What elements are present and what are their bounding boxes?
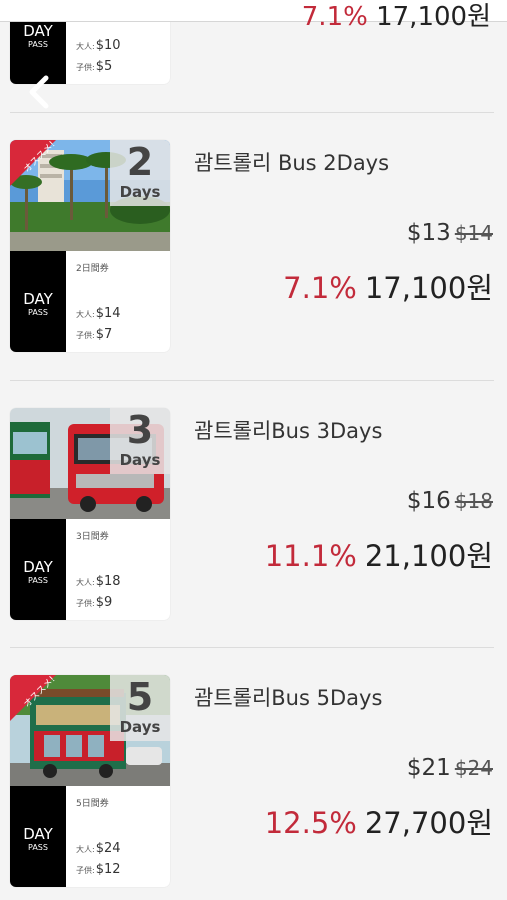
days-word: Days — [119, 451, 161, 469]
day-pass-bar: DAY PASS — [10, 786, 66, 887]
product-card[interactable]: 3 Days DAY PASS 3日間券 大人:$18 子供:$9 — [10, 408, 170, 620]
pass-label: PASS — [28, 576, 48, 585]
usd-original-price: $24 — [454, 756, 493, 780]
usd-sale-price: $13 — [406, 220, 451, 246]
child-price: 子供:$12 — [76, 862, 121, 877]
previous-item-krw-price: 17,100원 — [376, 2, 491, 32]
days-count-box: 2 Days — [110, 140, 170, 206]
child-price: 子供:$9 — [76, 595, 113, 610]
adult-price: 大人:$10 — [76, 38, 121, 53]
usd-original-price: $14 — [454, 221, 493, 245]
product-photo-trolley: オススメ! 5 Days — [10, 675, 170, 786]
usd-sale-price: $21 — [406, 755, 451, 781]
divider — [10, 112, 494, 113]
chevron-left-icon — [29, 75, 49, 109]
product-name[interactable]: 괌트롤리Bus 5Days — [194, 682, 382, 712]
usd-price: $13 $14 — [407, 220, 493, 246]
days-number: 2 — [126, 140, 154, 184]
product-card[interactable]: オススメ! 5 Days DAY PASS 5日間券 大人:$24 子供:$12 — [10, 675, 170, 887]
usd-price: $16 $18 — [407, 488, 493, 514]
ticket-title: 3日間券 — [76, 532, 109, 542]
usd-original-price: $18 — [454, 489, 493, 513]
pass-label: PASS — [28, 40, 48, 49]
krw-sale-price: 21,100원 — [364, 539, 493, 573]
days-number: 3 — [126, 408, 154, 452]
child-price: 子供:$7 — [76, 327, 113, 342]
day-label: DAY — [23, 290, 53, 308]
ticket-title: 5日間券 — [76, 799, 109, 809]
discount-percent: 7.1% — [283, 271, 357, 305]
day-pass-bar: DAY PASS — [10, 519, 66, 620]
previous-item-discount: 7.1% — [301, 2, 368, 32]
usd-sale-price: $16 — [406, 488, 451, 514]
krw-price: 11.1% 21,100원 — [265, 533, 493, 575]
back-button[interactable] — [22, 72, 62, 112]
divider — [10, 380, 494, 381]
child-price: 子供:$5 — [76, 59, 113, 74]
day-label: DAY — [23, 22, 53, 40]
ticket-info: 5日間券 大人:$24 子供:$12 — [74, 786, 170, 887]
usd-price: $21 $24 — [407, 755, 493, 781]
krw-sale-price: 17,100원 — [364, 271, 493, 305]
adult-price: 大人:$18 — [76, 574, 121, 589]
ticket-title: 2日間券 — [76, 264, 109, 274]
day-label: DAY — [23, 825, 53, 843]
divider — [10, 647, 494, 648]
adult-price: 大人:$24 — [76, 841, 121, 856]
recommended-badge: オススメ! — [10, 140, 56, 186]
discount-percent: 11.1% — [264, 539, 357, 573]
product-name[interactable]: 괌트롤리 Bus 2Days — [194, 147, 389, 177]
ticket-info: 2日間券 大人:$14 子供:$7 — [74, 251, 170, 352]
recommended-badge: オススメ! — [10, 675, 56, 721]
product-name[interactable]: 괌트롤리Bus 3Days — [194, 415, 382, 445]
day-label: DAY — [23, 558, 53, 576]
previous-item-price: 7.1% 17,100원 — [302, 0, 491, 33]
discount-percent: 12.5% — [264, 806, 357, 840]
krw-price: 12.5% 27,700원 — [265, 800, 493, 842]
days-number: 5 — [126, 675, 154, 719]
adult-price: 大人:$14 — [76, 306, 121, 321]
pass-label: PASS — [28, 308, 48, 317]
days-count-box: 3 Days — [110, 408, 170, 474]
krw-price: 7.1% 17,100원 — [283, 265, 493, 307]
ticket-info: 3日間券 大人:$18 子供:$9 — [74, 519, 170, 620]
product-photo-red-bus: 3 Days — [10, 408, 170, 519]
pass-label: PASS — [28, 843, 48, 852]
days-count-box: 5 Days — [110, 675, 170, 741]
krw-sale-price: 27,700원 — [364, 806, 493, 840]
days-word: Days — [119, 183, 161, 201]
product-photo-palms: オススメ! 2 Days — [10, 140, 170, 251]
product-card[interactable]: オススメ! 2 Days DAY PASS 2日間券 大人:$14 子供:$7 — [10, 140, 170, 352]
day-pass-bar: DAY PASS — [10, 251, 66, 352]
days-word: Days — [119, 718, 161, 736]
